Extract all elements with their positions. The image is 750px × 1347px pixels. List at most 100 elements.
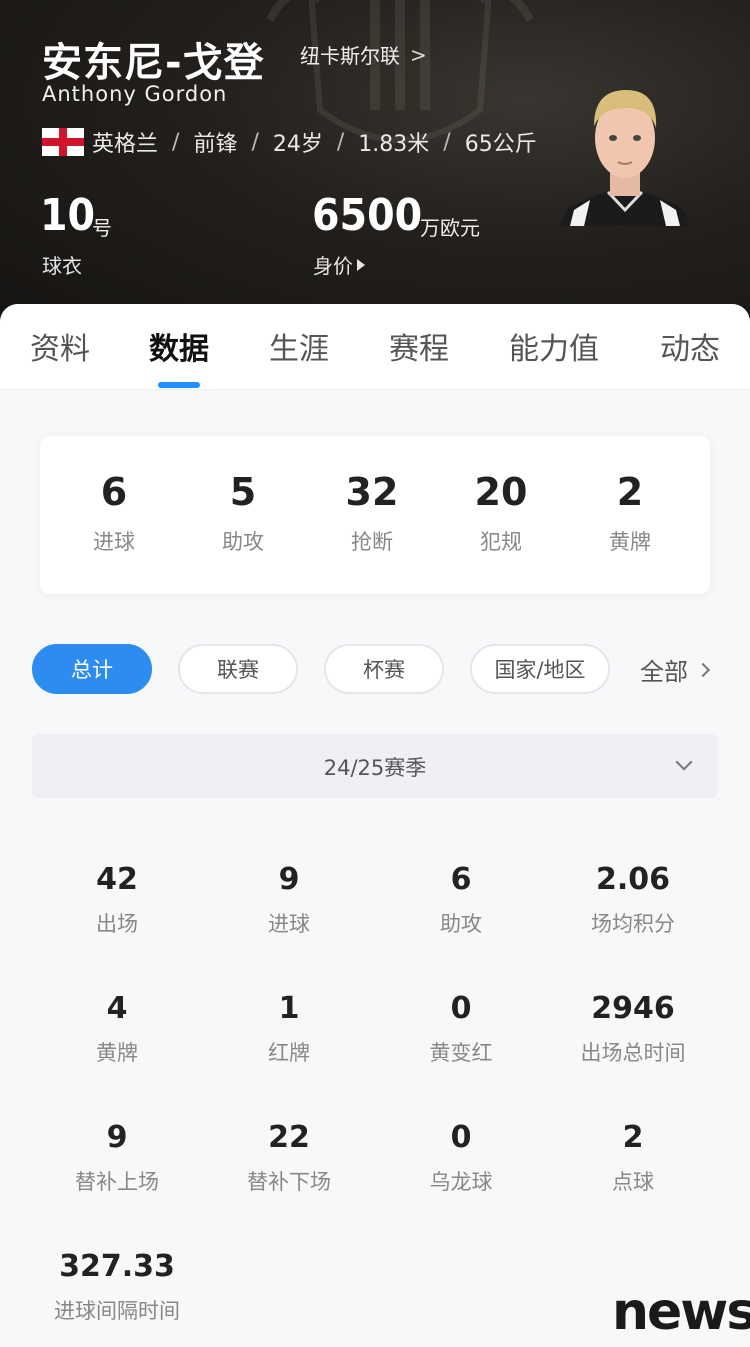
club-link[interactable]: 纽卡斯尔联 > xyxy=(300,40,427,69)
weight-label: 65公斤 xyxy=(464,132,537,157)
stat-cell: 22 替补下场 xyxy=(203,1120,375,1196)
news-watermark: news xyxy=(612,1282,750,1342)
tab-ability[interactable]: 能力值 xyxy=(509,324,599,368)
all-filters-button[interactable]: 全部 xyxy=(640,652,711,687)
stat-value: 2.06 xyxy=(595,862,671,897)
tab-bar: 资料 数据 生涯 赛程 能力值 动态 xyxy=(0,304,750,390)
tab-profile[interactable]: 资料 xyxy=(30,324,90,368)
stat-label: 替补上场 xyxy=(75,1170,159,1194)
summary-value: 20 xyxy=(474,470,528,514)
stat-cell: 9 进球 xyxy=(203,862,375,938)
stat-label: 进球间隔时间 xyxy=(54,1299,180,1323)
filter-cup[interactable]: 杯赛 xyxy=(324,644,444,694)
stat-cell: 2.06 场均积分 xyxy=(547,862,719,938)
stat-value: 2946 xyxy=(591,991,675,1026)
stat-label: 场均积分 xyxy=(591,912,675,936)
summary-label: 犯规 xyxy=(480,530,522,554)
player-header: 安东尼-戈登 纽卡斯尔联 > Anthony Gordon 英格兰 / 前锋 /… xyxy=(0,0,750,330)
stat-label: 黄变红 xyxy=(429,1041,493,1065)
triangle-right-icon xyxy=(357,258,365,271)
player-info-row: 英格兰 / 前锋 / 24岁 / 1.83米 / 65公斤 xyxy=(42,126,537,158)
stat-label: 出场总时间 xyxy=(580,1041,686,1065)
competition-filter-bar: 总计 联赛 杯赛 国家/地区 全部 xyxy=(0,644,750,696)
summary-label: 进球 xyxy=(93,530,135,554)
stat-cell: 42 出场 xyxy=(31,862,203,938)
stat-cell: 327.33 进球间隔时间 xyxy=(31,1249,203,1325)
stat-value: 9 xyxy=(278,862,300,897)
stat-cell: 2 点球 xyxy=(547,1120,719,1196)
club-name: 纽卡斯尔联 xyxy=(300,44,400,68)
shirt-label: 球衣 xyxy=(42,254,82,278)
stat-cell: 1 红牌 xyxy=(203,991,375,1067)
summary-stats-card: 6 进球 5 助攻 32 抢断 20 犯规 2 黄牌 xyxy=(40,436,710,594)
stat-value: 327.33 xyxy=(59,1249,175,1284)
summary-value: 6 xyxy=(100,470,128,514)
info-separator: / xyxy=(251,129,259,155)
stat-cell: 9 替补上场 xyxy=(31,1120,203,1196)
stat-value: 9 xyxy=(106,1120,128,1155)
summary-label: 黄牌 xyxy=(609,530,651,554)
market-value-link[interactable]: 身价 xyxy=(313,250,365,279)
summary-value: 2 xyxy=(616,470,644,514)
all-filters-label: 全部 xyxy=(640,658,688,686)
stat-cell: 0 黄变红 xyxy=(375,991,547,1067)
stat-label: 进球 xyxy=(268,912,310,936)
player-detail-card: 资料 数据 生涯 赛程 能力值 动态 6 进球 5 助攻 32 抢断 20 犯规… xyxy=(0,304,750,1347)
season-label: 24/25赛季 xyxy=(323,756,427,780)
stat-label: 出场 xyxy=(96,912,138,936)
player-photo xyxy=(560,90,690,226)
filter-total[interactable]: 总计 xyxy=(32,644,152,694)
stat-value: 0 xyxy=(450,991,472,1026)
shirt-number-unit: 号 xyxy=(92,216,112,240)
nation-label: 英格兰 xyxy=(92,132,159,157)
summary-label: 抢断 xyxy=(351,530,393,554)
stat-label: 黄牌 xyxy=(96,1041,138,1065)
stat-label: 点球 xyxy=(612,1170,654,1194)
summary-label: 助攻 xyxy=(222,530,264,554)
stat-value: 0 xyxy=(450,1120,472,1155)
stat-cell: 0 乌龙球 xyxy=(375,1120,547,1196)
age-label: 24岁 xyxy=(272,132,323,157)
summary-value: 5 xyxy=(229,470,257,514)
info-separator: / xyxy=(336,129,345,155)
stat-value: 42 xyxy=(96,862,138,897)
chevron-right-icon xyxy=(695,662,711,677)
stat-label: 助攻 xyxy=(440,912,482,936)
stat-value: 4 xyxy=(106,991,128,1026)
england-flag-icon xyxy=(42,128,84,156)
summary-value: 32 xyxy=(345,470,399,514)
filter-league[interactable]: 联赛 xyxy=(178,644,298,694)
info-separator: / xyxy=(443,129,451,155)
market-value: 6500 xyxy=(312,190,423,241)
tab-news[interactable]: 动态 xyxy=(660,324,720,368)
filter-national[interactable]: 国家/地区 xyxy=(470,644,610,694)
summary-stat: 6 进球 xyxy=(54,470,174,556)
stat-value: 1 xyxy=(278,991,300,1026)
stat-value: 2 xyxy=(622,1120,644,1155)
summary-stat: 32 抢断 xyxy=(312,470,432,556)
tab-career[interactable]: 生涯 xyxy=(269,324,329,368)
tab-data[interactable]: 数据 xyxy=(149,324,209,368)
stat-cell: 2946 出场总时间 xyxy=(547,991,719,1067)
position-label: 前锋 xyxy=(193,132,238,157)
chevron-right-icon: > xyxy=(410,42,427,67)
season-selector[interactable]: 24/25赛季 xyxy=(32,734,718,798)
market-value-unit: 万欧元 xyxy=(420,216,480,240)
shirt-number: 10 xyxy=(40,190,96,241)
stat-value: 6 xyxy=(450,862,472,897)
info-separator: / xyxy=(172,129,180,155)
summary-stat: 20 犯规 xyxy=(441,470,561,556)
market-value-label: 身价 xyxy=(313,254,353,278)
summary-stat: 2 黄牌 xyxy=(570,470,690,556)
stat-label: 乌龙球 xyxy=(429,1170,493,1194)
tab-schedule[interactable]: 赛程 xyxy=(389,324,449,368)
stat-cell: 6 助攻 xyxy=(375,862,547,938)
stat-label: 替补下场 xyxy=(247,1170,331,1194)
stat-cell: 4 黄牌 xyxy=(31,991,203,1067)
active-tab-indicator xyxy=(158,382,200,388)
stat-value: 22 xyxy=(268,1120,310,1155)
stat-label: 红牌 xyxy=(268,1041,310,1065)
height-label: 1.83米 xyxy=(358,132,430,157)
summary-stat: 5 助攻 xyxy=(183,470,303,556)
player-name: 安东尼-戈登 xyxy=(42,40,265,86)
